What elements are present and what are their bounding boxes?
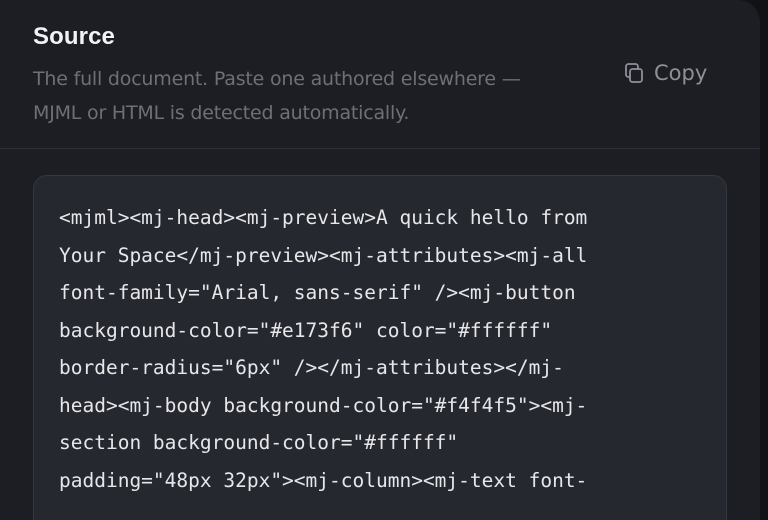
code-line: head><mj-body background-color="#f4f4f5"…	[59, 393, 588, 417]
copy-button[interactable]: Copy	[612, 54, 717, 92]
code-line: border-radius="6px" /></mj-attributes></…	[59, 356, 564, 379]
section-description: The full document. Paste one authored el…	[33, 62, 603, 130]
code-line: padding="48px 32px"><mj-column><mj-text …	[59, 468, 588, 492]
source-header: Source The full document. Paste one auth…	[0, 0, 760, 149]
copy-label: Copy	[654, 61, 708, 85]
copy-icon	[622, 61, 646, 85]
code-line: Your Space</mj-preview><mj-attributes><m…	[59, 243, 588, 267]
code-line: section background-color="#ffffff"	[59, 431, 459, 454]
code-line: font-family="Arial, sans-serif" /><mj-bu…	[59, 281, 576, 304]
code-line: <mjml><mj-head><mj-preview>A quick hello…	[59, 206, 588, 229]
code-line: background-color="#e173f6" color="#fffff…	[59, 318, 553, 342]
description-line: The full document. Paste one authored el…	[33, 68, 521, 90]
description-line: MJML or HTML is detected automatically.	[33, 102, 410, 124]
source-panel: Source The full document. Paste one auth…	[0, 0, 760, 520]
source-code: <mjml><mj-head><mj-preview>A quick hello…	[59, 199, 699, 499]
section-title: Source	[33, 23, 115, 50]
source-code-editor[interactable]: <mjml><mj-head><mj-preview>A quick hello…	[33, 175, 727, 520]
